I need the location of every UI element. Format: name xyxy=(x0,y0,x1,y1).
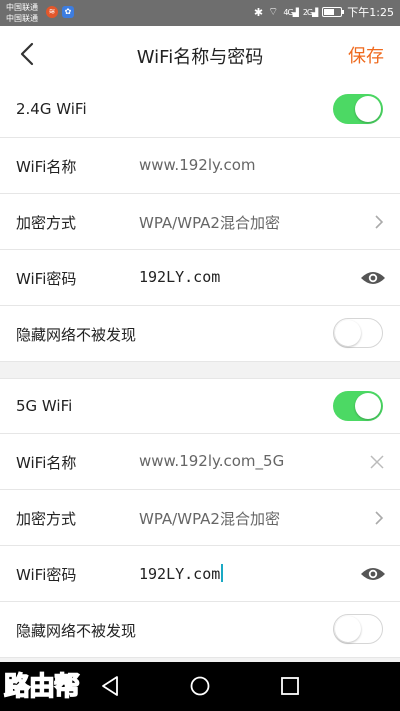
wifi-password-field-5g[interactable]: 192LY.com xyxy=(139,564,224,583)
clock: 下午1:25 xyxy=(347,6,394,19)
row-24g-hide: 隐藏网络不被发现 xyxy=(0,306,400,362)
status-bar: 中国联通 中国联通 ≋ ✿ ✱ ⌔ 4G▟ 2G▟ 下午1:25 xyxy=(0,0,400,26)
text-cursor xyxy=(221,564,224,582)
battery-icon xyxy=(322,7,345,17)
hide-network-label: 隐藏网络不被发现 xyxy=(16,326,137,344)
notification-icons: ≋ ✿ xyxy=(46,6,74,18)
wifi-hotspot-icon: ≋ xyxy=(46,6,58,18)
clear-icon[interactable] xyxy=(369,454,385,470)
row-5g-encryption[interactable]: 加密方式 WPA/WPA2混合加密 xyxy=(0,490,400,546)
toggle-knob xyxy=(335,616,361,642)
toggle-knob xyxy=(355,393,381,419)
navigation-bar: 路由帮 xyxy=(0,662,400,711)
app-notification-icon: ✿ xyxy=(62,6,74,18)
eye-icon[interactable] xyxy=(360,269,386,287)
nav-recents-icon[interactable] xyxy=(278,674,302,698)
signal-4g-icon: 4G▟ xyxy=(283,7,298,17)
hide-network-label: 隐藏网络不被发现 xyxy=(16,622,137,640)
encryption-value-5g: WPA/WPA2混合加密 xyxy=(139,510,280,528)
carrier-labels: 中国联通 中国联通 xyxy=(6,2,38,24)
wifi-password-input-5g[interactable]: 192LY.com xyxy=(139,565,220,583)
chevron-right-icon xyxy=(375,511,384,525)
bluetooth-icon: ✱ xyxy=(253,5,264,19)
signal-2g-icon: 2G▟ xyxy=(302,7,318,17)
encryption-value-24g: WPA/WPA2混合加密 xyxy=(139,214,280,232)
save-button[interactable]: 保存 xyxy=(348,42,384,68)
toggle-5g-hide[interactable] xyxy=(333,614,383,644)
wifi-password-input-24g[interactable]: 192LY.com xyxy=(139,268,220,286)
eye-icon[interactable] xyxy=(360,565,386,583)
row-5g-password[interactable]: WiFi密码 192LY.com xyxy=(0,546,400,602)
toggle-24g-wifi[interactable] xyxy=(333,94,383,124)
section-label-24g: 2.4G WiFi xyxy=(16,100,87,118)
carrier-2: 中国联通 xyxy=(6,14,38,23)
wifi-name-input-24g[interactable]: www.192ly.com xyxy=(139,156,256,174)
row-24g-name[interactable]: WiFi名称 www.192ly.com xyxy=(0,138,400,194)
toggle-knob xyxy=(335,320,361,346)
row-24g-password[interactable]: WiFi密码 192LY.com xyxy=(0,250,400,306)
toggle-knob xyxy=(355,96,381,122)
wifi-password-label: WiFi密码 xyxy=(16,270,77,288)
encryption-label: 加密方式 xyxy=(16,214,77,232)
row-5g-toggle: 5G WiFi xyxy=(0,378,400,434)
nav-back-icon[interactable] xyxy=(98,674,122,698)
toggle-5g-wifi[interactable] xyxy=(333,391,383,421)
encryption-label: 加密方式 xyxy=(16,510,77,528)
row-24g-toggle: 2.4G WiFi xyxy=(0,82,400,138)
wifi-name-label: WiFi名称 xyxy=(16,158,77,176)
row-5g-name[interactable]: WiFi名称 www.192ly.com_5G xyxy=(0,434,400,490)
nav-home-icon[interactable] xyxy=(188,674,212,698)
section-label-5g: 5G WiFi xyxy=(16,397,73,415)
row-5g-hide: 隐藏网络不被发现 xyxy=(0,602,400,658)
wifi-password-label: WiFi密码 xyxy=(16,566,77,584)
watermark-logo: 路由帮 xyxy=(3,671,81,703)
chevron-right-icon xyxy=(375,215,384,229)
carrier-1: 中国联通 xyxy=(6,3,38,12)
wifi-signal-icon: ⌔ xyxy=(268,5,279,18)
row-24g-encryption[interactable]: 加密方式 WPA/WPA2混合加密 xyxy=(0,194,400,250)
page-title: WiFi名称与密码 xyxy=(136,47,264,68)
wifi-name-label: WiFi名称 xyxy=(16,454,77,472)
title-bar: WiFi名称与密码 保存 xyxy=(0,26,400,83)
wifi-name-input-5g[interactable]: www.192ly.com_5G xyxy=(139,452,284,470)
status-right: ✱ ⌔ 4G▟ 2G▟ 下午1:25 xyxy=(254,4,394,20)
toggle-24g-hide[interactable] xyxy=(333,318,383,348)
